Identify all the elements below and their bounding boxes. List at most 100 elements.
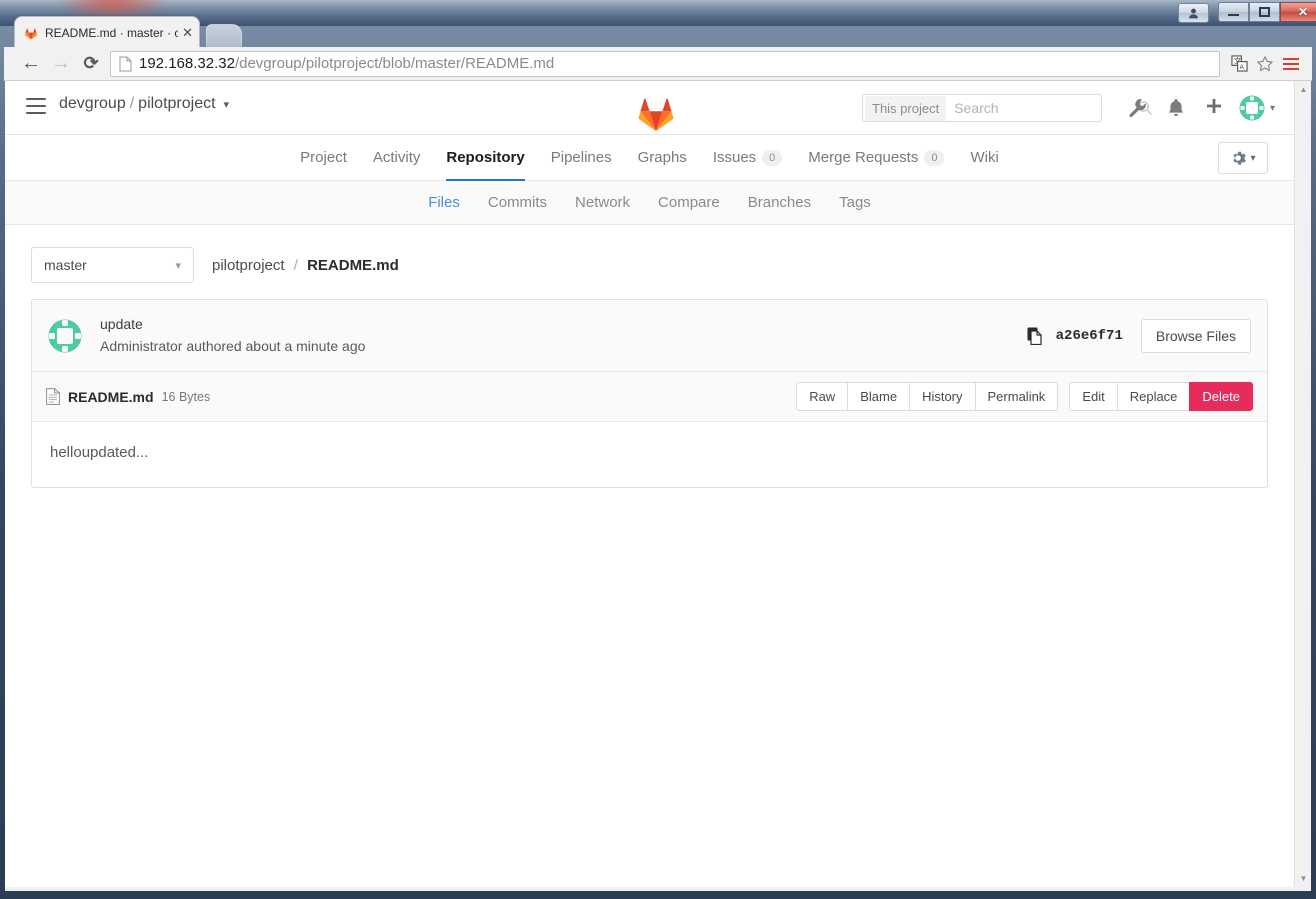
svg-text:A: A <box>1239 64 1244 71</box>
browser-status-strip <box>5 887 1311 891</box>
browse-files-button[interactable]: Browse Files <box>1140 318 1251 353</box>
scrollbar-up-arrow-icon[interactable]: ▲ <box>1295 81 1311 98</box>
nav-tab-merge-requests[interactable]: Merge Requests 0 <box>795 135 957 180</box>
address-bar-path: /devgroup/pilotproject/blob/master/READM… <box>234 55 555 72</box>
gitlab-page: devgroup / pilotproject ▾ This project S… <box>5 81 1294 887</box>
file-name-block: README.md 16 Bytes <box>46 388 211 406</box>
search-box[interactable]: This project <box>862 94 1153 122</box>
wrench-icon[interactable] <box>1127 97 1151 121</box>
new-tab-button[interactable] <box>206 24 242 48</box>
nav-tab-activity[interactable]: Activity <box>360 135 434 180</box>
bookmark-star-icon[interactable] <box>1252 51 1278 77</box>
project-breadcrumb[interactable]: devgroup / pilotproject ▾ <box>59 95 229 113</box>
breadcrumb-project[interactable]: pilotproject <box>138 95 215 113</box>
commit-message[interactable]: update <box>100 314 1027 336</box>
os-window: ✕ README.md · master · c ✕ ← → ⟳ 192.168… <box>0 0 1316 899</box>
commit-actions: a26e6f71 Browse Files <box>1027 318 1251 353</box>
gitlab-logo[interactable] <box>634 92 678 132</box>
breadcrumb-separator: / <box>129 95 135 112</box>
browser-tab-title: README.md · master · c <box>45 25 179 40</box>
file-header-row: README.md 16 Bytes Raw Blame History Per… <box>32 372 1267 423</box>
subnav-branches[interactable]: Branches <box>734 194 825 211</box>
nav-tab-label: Issues <box>712 149 757 166</box>
breadcrumb-current-file: README.md <box>307 256 399 274</box>
translate-icon[interactable]: 文 A <box>1226 51 1252 77</box>
delete-button[interactable]: Delete <box>1189 382 1253 412</box>
page-scrollbar[interactable]: ▲ ▼ <box>1294 81 1311 887</box>
nav-tab-issues[interactable]: Issues 0 <box>700 135 795 180</box>
bell-icon[interactable] <box>1166 97 1190 121</box>
blame-button[interactable]: Blame <box>847 382 911 412</box>
reload-button[interactable]: ⟳ <box>76 49 106 79</box>
back-arrow-icon: ← <box>21 52 41 74</box>
copy-to-clipboard-icon[interactable] <box>1027 327 1044 345</box>
subnav-compare[interactable]: Compare <box>644 194 734 211</box>
subnav-commits[interactable]: Commits <box>474 194 561 211</box>
back-button[interactable]: ← <box>16 49 46 79</box>
commit-author-identicon-avatar[interactable] <box>48 319 82 353</box>
chevron-down-icon[interactable]: ▾ <box>224 98 230 111</box>
nav-tab-label: Activity <box>372 149 421 166</box>
browser-tab[interactable]: README.md · master · c ✕ <box>14 16 200 48</box>
breadcrumb-group[interactable]: devgroup <box>59 95 126 113</box>
edit-button[interactable]: Edit <box>1069 382 1118 412</box>
commit-sha[interactable]: a26e6f71 <box>1056 328 1123 344</box>
plus-icon[interactable] <box>1204 97 1228 121</box>
browser-toolbar: ← → ⟳ 192.168.32.32/devgroup/pilotprojec… <box>4 47 1312 81</box>
nav-tab-label: Graphs <box>637 149 687 166</box>
gear-icon <box>1233 151 1247 165</box>
gitlab-favicon-icon <box>24 27 38 40</box>
nav-tab-label: Pipelines <box>550 149 612 166</box>
replace-button[interactable]: Replace <box>1116 382 1191 412</box>
file-holder: update Administrator authored about a mi… <box>31 299 1268 489</box>
commit-author-meta: Administrator authored about a minute ag… <box>100 337 366 354</box>
subnav-files[interactable]: Files <box>414 194 474 211</box>
file-name: README.md <box>68 388 154 405</box>
forward-arrow-icon: → <box>51 52 71 74</box>
merge-requests-count-badge: 0 <box>924 149 945 166</box>
commit-summary-row: update Administrator authored about a mi… <box>32 300 1267 373</box>
subnav-tags[interactable]: Tags <box>825 194 885 211</box>
gitlab-primary-nav: Project Activity Repository Pipelines Gr… <box>5 135 1294 181</box>
nav-tab-wiki[interactable]: Wiki <box>957 135 1011 180</box>
file-edit-button-group: Edit Replace Delete <box>1069 382 1253 412</box>
search-scope-label[interactable]: This project <box>865 95 947 121</box>
nav-tab-label: Wiki <box>970 149 999 166</box>
search-input[interactable] <box>948 99 1138 117</box>
nav-tab-label: Merge Requests <box>808 149 919 166</box>
tab-close-icon[interactable]: ✕ <box>182 25 193 41</box>
identicon-avatar-icon <box>1239 95 1265 121</box>
commit-text-block: update Administrator authored about a mi… <box>100 314 1027 357</box>
nav-tab-project[interactable]: Project <box>287 135 360 180</box>
nav-tab-repository[interactable]: Repository <box>433 135 537 181</box>
page-document-icon <box>119 56 132 71</box>
nav-tab-label: Repository <box>446 149 525 166</box>
file-size: 16 Bytes <box>161 389 211 404</box>
file-content-body: helloupdated... <box>50 444 149 462</box>
chrome-menu-icon[interactable] <box>1278 51 1304 77</box>
subnav-network[interactable]: Network <box>561 194 644 211</box>
raw-button[interactable]: Raw <box>796 382 849 412</box>
issues-count-badge: 0 <box>762 149 783 166</box>
file-view-button-group: Raw Blame History Permalink <box>796 382 1059 412</box>
address-bar[interactable]: 192.168.32.32/devgroup/pilotproject/blob… <box>110 50 1220 77</box>
branch-selector[interactable]: master ▾ <box>31 247 194 283</box>
avatar-chevron-down-icon[interactable]: ▾ <box>1270 103 1275 114</box>
browser-viewport: devgroup / pilotproject ▾ This project S… <box>5 81 1311 887</box>
forward-button[interactable]: → <box>46 49 76 79</box>
file-document-icon <box>46 388 60 406</box>
chevron-down-icon: ▾ <box>175 259 181 272</box>
avatar[interactable] <box>1239 95 1265 121</box>
project-settings-dropdown[interactable]: ▾ <box>1218 142 1268 174</box>
history-button[interactable]: History <box>909 382 976 412</box>
file-breadcrumb: pilotproject / README.md <box>212 257 399 274</box>
breadcrumb-project-link[interactable]: pilotproject <box>212 257 285 274</box>
nav-tab-pipelines[interactable]: Pipelines <box>538 135 625 180</box>
permalink-button[interactable]: Permalink <box>974 382 1059 412</box>
repository-subnav: Files Commits Network Compare Branches T… <box>5 181 1294 225</box>
gitlab-tanuki-icon <box>638 98 674 132</box>
nav-tab-graphs[interactable]: Graphs <box>625 135 700 180</box>
scrollbar-down-arrow-icon[interactable]: ▼ <box>1295 870 1311 887</box>
breadcrumb-separator: / <box>293 256 298 274</box>
sidebar-toggle-hamburger-icon[interactable] <box>26 98 46 114</box>
